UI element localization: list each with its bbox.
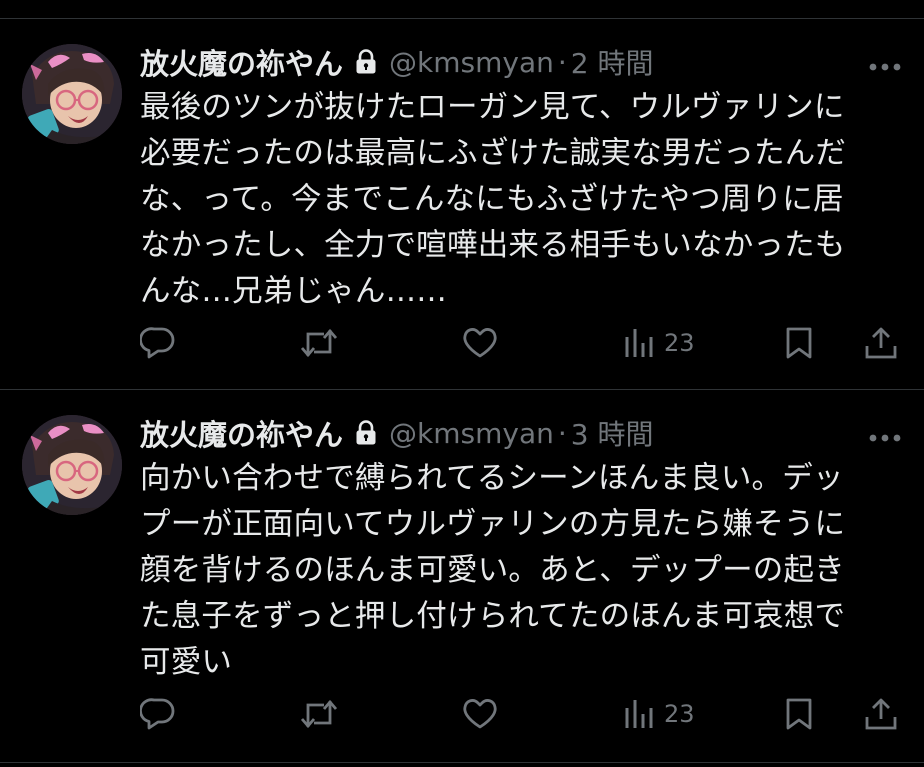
- bookmark-button[interactable]: [784, 323, 814, 363]
- post-header: 放火魔の袮やん @kmsmyan · 3 時間: [140, 413, 653, 453]
- post-header: 放火魔の袮やん @kmsmyan · 2 時間: [140, 42, 653, 82]
- reply-icon: [140, 326, 176, 360]
- more-options-icon[interactable]: [868, 57, 902, 71]
- post[interactable]: 放火魔の袮やん @kmsmyan · 3 時間 向かい合わせで縛られてるシーンほ…: [0, 390, 924, 767]
- views-count: 23: [664, 329, 695, 357]
- avatar[interactable]: [22, 415, 122, 515]
- repost-button[interactable]: [300, 694, 338, 734]
- display-name[interactable]: 放火魔の袮やん: [140, 41, 343, 83]
- handle[interactable]: @kmsmyan: [389, 46, 554, 79]
- separator-dot: ·: [557, 45, 567, 79]
- timestamp[interactable]: 2 時間: [571, 42, 654, 82]
- avatar-illustration: [22, 415, 122, 515]
- avatar-illustration: [22, 44, 122, 144]
- bookmark-icon: [784, 697, 814, 731]
- lock-icon: [355, 49, 377, 75]
- lock-icon: [355, 420, 377, 446]
- bookmark-icon: [784, 326, 814, 360]
- repost-icon: [300, 697, 338, 731]
- post-text: 向かい合わせで縛られてるシーンほんま良い。デッ プーが正面向いてウルヴァリンの方…: [140, 461, 846, 680]
- timestamp[interactable]: 3 時間: [571, 413, 654, 453]
- action-bar: 23: [140, 694, 910, 734]
- separator-dot: ·: [557, 416, 567, 450]
- bookmark-button[interactable]: [784, 694, 814, 734]
- share-icon: [864, 326, 898, 360]
- post[interactable]: 放火魔の袮やん @kmsmyan · 2 時間 最後のツンが抜けたローガン見て、…: [0, 0, 924, 390]
- like-icon: [462, 326, 498, 360]
- repost-button[interactable]: [300, 323, 338, 363]
- timeline: 放火魔の袮やん @kmsmyan · 2 時間 最後のツンが抜けたローガン見て、…: [0, 0, 924, 767]
- action-bar: 23: [140, 323, 910, 363]
- reply-button[interactable]: [140, 323, 176, 363]
- display-name[interactable]: 放火魔の袮やん: [140, 412, 343, 454]
- repost-icon: [300, 326, 338, 360]
- share-icon: [864, 697, 898, 731]
- like-icon: [462, 697, 498, 731]
- views-button[interactable]: 23: [624, 323, 695, 363]
- share-button[interactable]: [864, 694, 898, 734]
- reply-button[interactable]: [140, 694, 176, 734]
- like-button[interactable]: [462, 323, 498, 363]
- views-count: 23: [664, 700, 695, 728]
- reply-icon: [140, 697, 176, 731]
- avatar[interactable]: [22, 44, 122, 144]
- handle[interactable]: @kmsmyan: [389, 417, 554, 450]
- like-button[interactable]: [462, 694, 498, 734]
- share-button[interactable]: [864, 323, 898, 363]
- views-icon: [624, 327, 654, 359]
- views-icon: [624, 698, 654, 730]
- post-divider: [0, 762, 924, 763]
- more-options-icon[interactable]: [868, 428, 902, 442]
- views-button[interactable]: 23: [624, 694, 695, 734]
- post-text: 最後のツンが抜けたローガン見て、ウルヴァリンに 必要だったのは最高にふざけた誠実…: [140, 90, 847, 309]
